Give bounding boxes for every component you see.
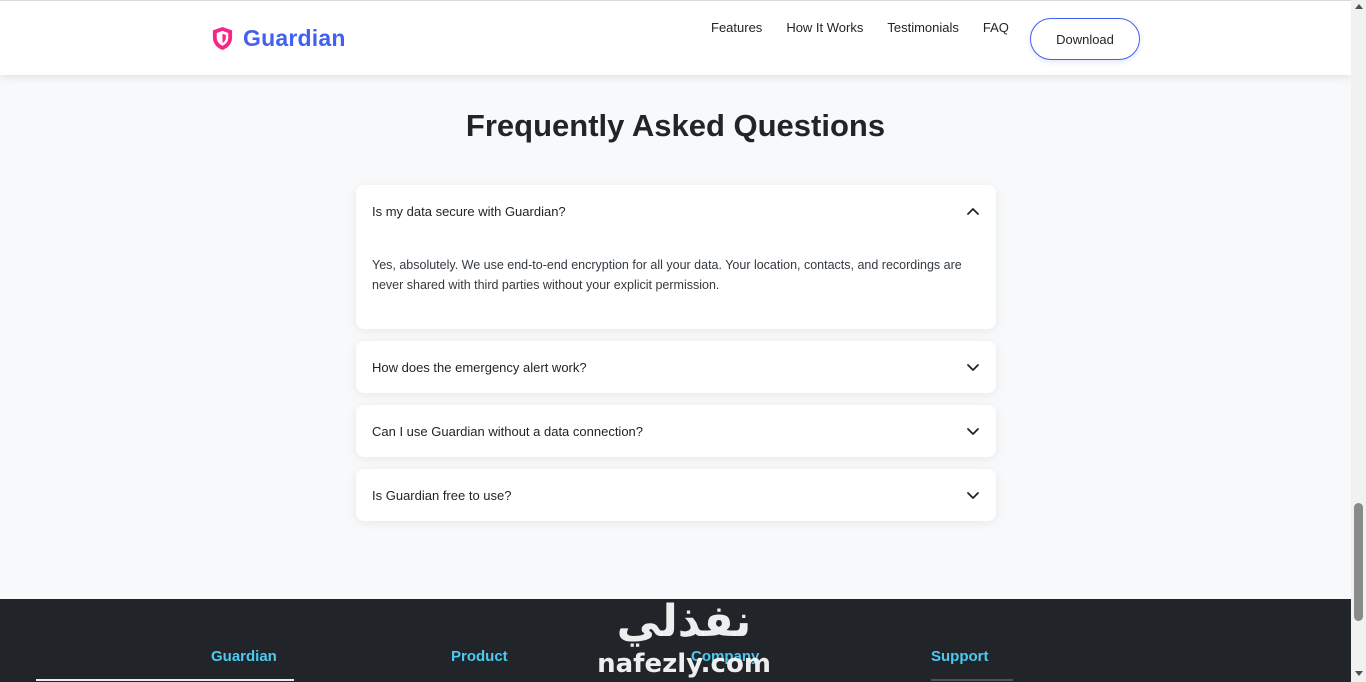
footer-heading-product: Product bbox=[451, 648, 508, 665]
faq-list: Is my data secure with Guardian? Yes, ab… bbox=[356, 185, 996, 533]
faq-title: Frequently Asked Questions bbox=[465, 108, 886, 143]
faq-item-emergency-alert: How does the emergency alert work? bbox=[356, 341, 996, 393]
chevron-down-icon bbox=[967, 364, 979, 371]
nav-link-testimonials[interactable]: Testimonials bbox=[887, 20, 959, 36]
footer-heading-guardian: Guardian bbox=[211, 648, 277, 665]
footer-heading-company: Company bbox=[691, 648, 760, 665]
faq-question-toggle[interactable]: Is my data secure with Guardian? bbox=[356, 185, 996, 237]
faq-question-toggle[interactable]: Is Guardian free to use? bbox=[356, 469, 996, 521]
nav-link-how-it-works[interactable]: How It Works bbox=[786, 20, 863, 36]
faq-answer-text: Yes, absolutely. We use end-to-end encry… bbox=[372, 258, 962, 292]
faq-item-offline-use: Can I use Guardian without a data connec… bbox=[356, 405, 996, 457]
scrollbar-thumb[interactable] bbox=[1354, 503, 1363, 621]
faq-item-data-security: Is my data secure with Guardian? Yes, ab… bbox=[356, 185, 996, 329]
chevron-down-icon bbox=[967, 492, 979, 499]
nav-link-faq[interactable]: FAQ bbox=[983, 20, 1009, 36]
faq-item-pricing: Is Guardian free to use? bbox=[356, 469, 996, 521]
chevron-up-icon bbox=[967, 208, 979, 215]
brand-logo-link[interactable]: Guardian bbox=[211, 25, 346, 52]
footer-divider bbox=[931, 679, 1013, 681]
shield-icon bbox=[212, 27, 233, 50]
faq-question-text: Can I use Guardian without a data connec… bbox=[372, 423, 644, 439]
faq-question-toggle[interactable]: Can I use Guardian without a data connec… bbox=[356, 405, 996, 457]
nav-link-features[interactable]: Features bbox=[711, 20, 762, 36]
vertical-scrollbar[interactable] bbox=[1351, 0, 1366, 682]
faq-question-toggle[interactable]: How does the emergency alert work? bbox=[356, 341, 996, 393]
footer-heading-support: Support bbox=[931, 648, 989, 665]
scroll-down-arrow-icon[interactable] bbox=[1355, 671, 1363, 676]
download-button[interactable]: Download bbox=[1030, 18, 1140, 60]
nav-menu: Features How It Works Testimonials FAQ bbox=[711, 20, 1033, 36]
navbar: Guardian Features How It Works Testimoni… bbox=[0, 0, 1351, 75]
footer: Guardian Product Company Support bbox=[0, 599, 1351, 682]
faq-question-text: How does the emergency alert work? bbox=[372, 359, 587, 375]
faq-question-text: Is my data secure with Guardian? bbox=[372, 203, 566, 219]
page: Guardian Features How It Works Testimoni… bbox=[0, 0, 1351, 682]
brand-name: Guardian bbox=[243, 25, 346, 51]
footer-divider bbox=[36, 679, 294, 681]
chevron-down-icon bbox=[967, 428, 979, 435]
scroll-up-arrow-icon[interactable] bbox=[1355, 4, 1363, 9]
faq-question-text: Is Guardian free to use? bbox=[372, 487, 512, 503]
